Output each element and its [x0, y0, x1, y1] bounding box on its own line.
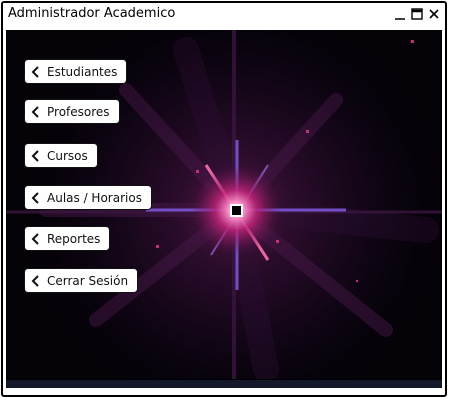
close-icon[interactable]: [427, 7, 441, 21]
chevron-left-icon: [31, 105, 39, 118]
app-window: Administrador Academico Estudiantes Prof…: [1, 1, 447, 397]
nav-button-label: Cerrar Sesión: [47, 273, 129, 288]
chevron-left-icon: [31, 149, 39, 162]
main-content: Estudiantes Profesores Cursos Aulas / Ho…: [6, 30, 442, 388]
window-controls: [393, 5, 441, 23]
minimize-icon[interactable]: [393, 7, 407, 21]
nav-button-aulas-horarios[interactable]: Aulas / Horarios: [24, 185, 152, 210]
title-bar[interactable]: Administrador Academico: [3, 3, 445, 25]
chevron-left-icon: [31, 191, 39, 204]
nav-button-label: Profesores: [47, 104, 110, 119]
nav-button-cursos[interactable]: Cursos: [24, 143, 98, 168]
nav-button-profesores[interactable]: Profesores: [24, 99, 120, 124]
nav-button-label: Estudiantes: [47, 64, 118, 79]
chevron-left-icon: [31, 274, 39, 287]
nav-button-estudiantes[interactable]: Estudiantes: [24, 59, 128, 84]
window-title: Administrador Academico: [8, 6, 176, 21]
nav-button-cerrar-sesion[interactable]: Cerrar Sesión: [24, 268, 139, 293]
chevron-left-icon: [31, 65, 39, 78]
maximize-icon[interactable]: [410, 7, 424, 21]
chevron-left-icon: [31, 232, 39, 245]
nav-button-label: Aulas / Horarios: [47, 190, 142, 205]
nav-button-label: Cursos: [47, 148, 88, 163]
nav-button-label: Reportes: [47, 231, 101, 246]
nav-button-reportes[interactable]: Reportes: [24, 226, 111, 251]
bottom-status-strip: [6, 379, 442, 388]
